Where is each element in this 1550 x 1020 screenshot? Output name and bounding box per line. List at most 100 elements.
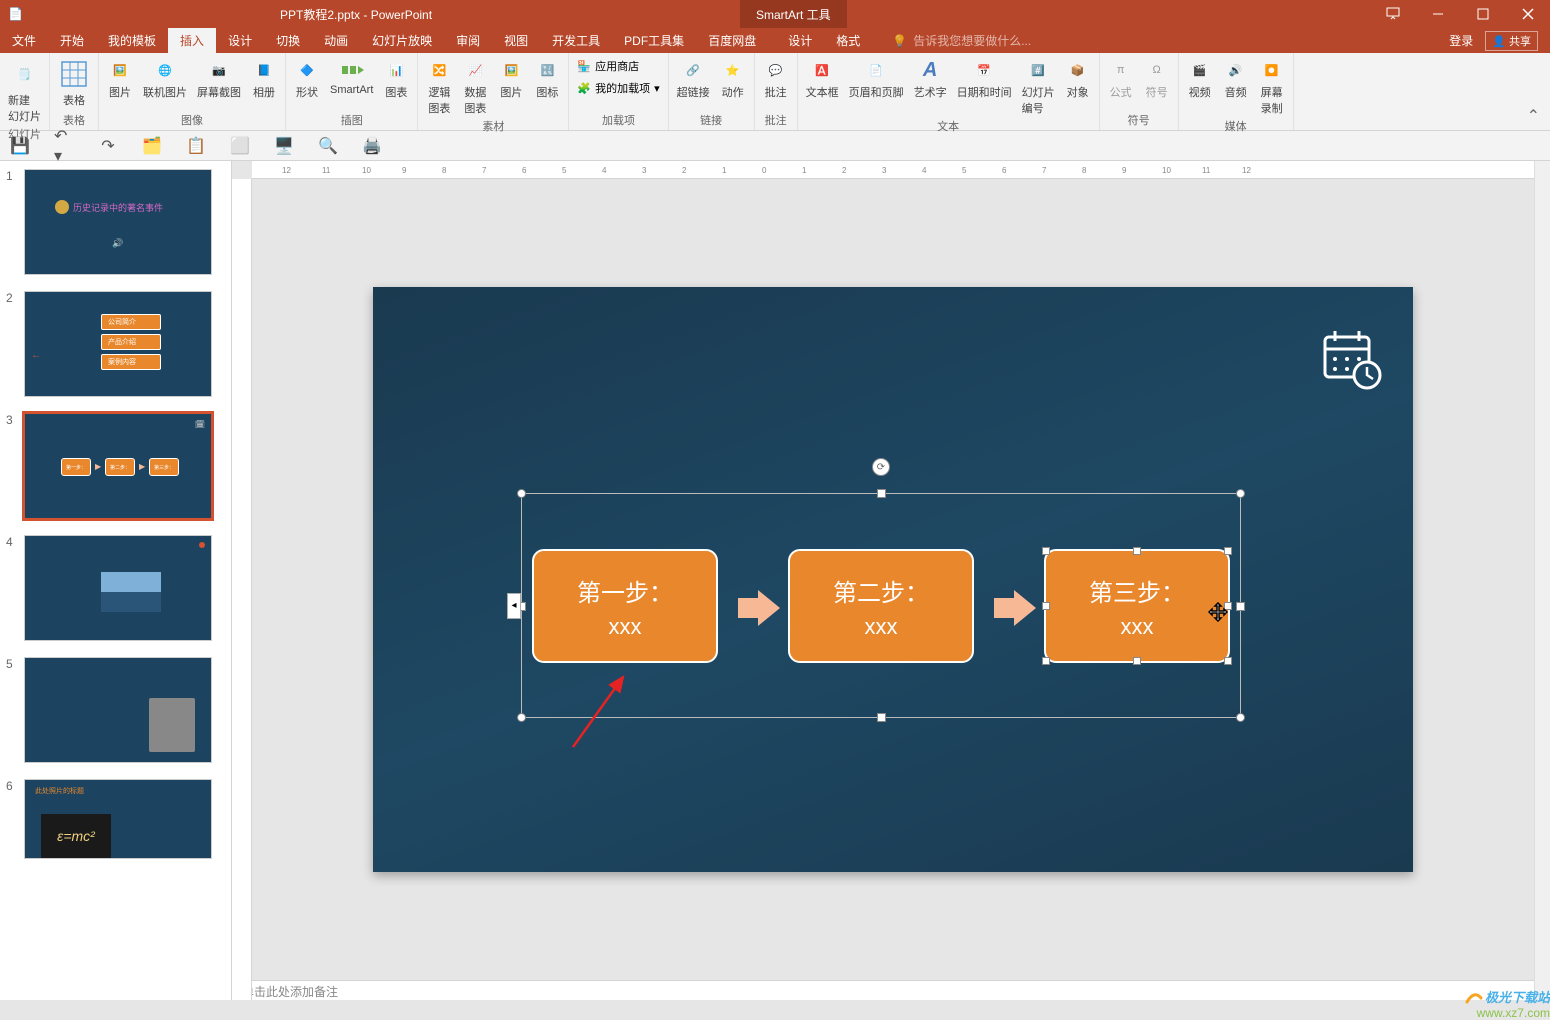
comment-button[interactable]: 💬批注	[759, 56, 793, 102]
qat-btn-1[interactable]: 🗂️	[142, 136, 162, 156]
slide-thumb-4[interactable]	[24, 535, 212, 641]
undo-button[interactable]: ↶ ▾	[54, 136, 74, 156]
resize-handle-e[interactable]	[1236, 602, 1245, 611]
object-button[interactable]: 📦对象	[1061, 56, 1095, 102]
datetime-button[interactable]: 📅日期和时间	[953, 56, 1016, 102]
action-icon: ⭐	[721, 58, 745, 82]
slide-thumbnails-panel[interactable]: 1 历史记录中的著名事件 🔊 2 公司简介 产品介绍 案例内容 ← 3 第一步：…	[0, 161, 232, 1000]
chart-button[interactable]: 📊图表	[379, 56, 413, 102]
notes-pane[interactable]: 单击此处添加备注	[232, 980, 1534, 1000]
action-button[interactable]: ⭐动作	[716, 56, 750, 102]
tab-file[interactable]: 文件	[0, 28, 48, 53]
svg-text:8: 8	[442, 166, 447, 175]
redo-button[interactable]: ↷	[98, 136, 118, 156]
equation-button: π公式	[1104, 56, 1138, 102]
node-handle[interactable]	[1042, 602, 1050, 610]
qat-btn-3[interactable]: ⬜	[230, 136, 250, 156]
node-handle[interactable]	[1224, 547, 1232, 555]
group-links: 链接	[673, 112, 750, 130]
tab-baidu[interactable]: 百度网盘	[696, 28, 768, 53]
tab-my-template[interactable]: 我的模板	[96, 28, 168, 53]
hyperlink-button[interactable]: 🔗超链接	[673, 56, 714, 102]
smartart-button[interactable]: SmartArt	[326, 56, 377, 98]
tab-developer[interactable]: 开发工具	[540, 28, 612, 53]
vertical-scrollbar[interactable]	[1534, 161, 1550, 1000]
screenshot-button[interactable]: 📷屏幕截图	[193, 56, 245, 102]
tell-me-search[interactable]: 💡 告诉我您想要做什么...	[892, 28, 1031, 53]
slide-number: 1	[6, 169, 18, 275]
tab-review[interactable]: 审阅	[444, 28, 492, 53]
maximize-button[interactable]	[1460, 0, 1505, 28]
data-chart-button[interactable]: 📈数据 图表	[458, 56, 492, 118]
collapse-ribbon-button[interactable]: ⌃	[1517, 102, 1550, 130]
vertical-ruler[interactable]	[232, 179, 252, 1000]
tab-design[interactable]: 设计	[216, 28, 264, 53]
resize-handle-n[interactable]	[877, 489, 886, 498]
tab-pdf[interactable]: PDF工具集	[612, 28, 696, 53]
screen-recording-button[interactable]: ⏺️屏幕 录制	[1255, 56, 1289, 118]
smartart-node-1[interactable]: 第一步： xxx	[532, 549, 718, 663]
horizontal-ruler[interactable]: 1211109876543210123456789101112	[252, 161, 1534, 179]
logic-chart-button[interactable]: 🔀逻辑 图表	[422, 56, 456, 118]
slide-number: 4	[6, 535, 18, 641]
tab-slideshow[interactable]: 幻灯片放映	[360, 28, 444, 53]
smartart-node-2[interactable]: 第二步： xxx	[788, 549, 974, 663]
minimize-button[interactable]	[1415, 0, 1460, 28]
tab-smartart-format[interactable]: 格式	[824, 28, 872, 53]
tab-view[interactable]: 视图	[492, 28, 540, 53]
album-button[interactable]: 📘相册	[247, 56, 281, 102]
slide-canvas[interactable]: ⟳ ◂ 第一步： xxx	[373, 287, 1413, 872]
header-footer-button[interactable]: 📄页眉和页脚	[845, 56, 908, 102]
tab-transition[interactable]: 切换	[264, 28, 312, 53]
slide-thumb-3[interactable]: 第一步： ▶ 第二步： ▶ 第三步： 🗓	[24, 413, 212, 519]
node-handle[interactable]	[1133, 657, 1141, 665]
table-button[interactable]: 表格	[54, 56, 94, 110]
lightbulb-icon: 💡	[892, 34, 907, 48]
online-pictures-button[interactable]: 🌐联机图片	[139, 56, 191, 102]
qat-btn-2[interactable]: 📋	[186, 136, 206, 156]
tab-animation[interactable]: 动画	[312, 28, 360, 53]
resize-handle-se[interactable]	[1236, 713, 1245, 722]
wordart-icon: A	[918, 58, 942, 82]
slide-thumb-1[interactable]: 历史记录中的著名事件 🔊	[24, 169, 212, 275]
slide-thumb-2[interactable]: 公司简介 产品介绍 案例内容 ←	[24, 291, 212, 397]
resize-handle-ne[interactable]	[1236, 489, 1245, 498]
slide-thumb-6[interactable]: 此处照片的标题 ε=mc²	[24, 779, 212, 859]
close-button[interactable]	[1505, 0, 1550, 28]
node-handle[interactable]	[1042, 547, 1050, 555]
icon-button[interactable]: 🔣图标	[530, 56, 564, 102]
qat-btn-4[interactable]: 🖥️	[274, 136, 294, 156]
tab-smartart-design[interactable]: 设计	[776, 28, 824, 53]
video-button[interactable]: 🎬视频	[1183, 56, 1217, 102]
slide-thumb-5[interactable]	[24, 657, 212, 763]
resize-handle-s[interactable]	[877, 713, 886, 722]
tab-home[interactable]: 开始	[48, 28, 96, 53]
qat-btn-6[interactable]: 🖨️	[362, 136, 382, 156]
resize-handle-sw[interactable]	[517, 713, 526, 722]
wordart-button[interactable]: A艺术字	[910, 56, 951, 102]
login-link[interactable]: 登录	[1449, 32, 1473, 49]
qat-btn-5[interactable]: 🔍	[318, 136, 338, 156]
table-icon	[58, 58, 90, 90]
new-slide-button[interactable]: 🗒️新建 幻灯片	[4, 56, 45, 126]
picture-button[interactable]: 🖼️图片	[103, 56, 137, 102]
smartart-text-pane-toggle[interactable]: ◂	[507, 593, 521, 619]
rotate-handle[interactable]: ⟳	[872, 458, 890, 476]
my-addins-button[interactable]: 🧩我的加载项 ▾	[573, 78, 663, 98]
node-handle[interactable]	[1133, 547, 1141, 555]
tab-insert[interactable]: 插入	[168, 28, 216, 53]
node-handle[interactable]	[1224, 602, 1232, 610]
resize-handle-nw[interactable]	[517, 489, 526, 498]
ribbon-options-icon[interactable]	[1370, 0, 1415, 28]
save-button[interactable]: 💾	[10, 136, 30, 156]
node-handle[interactable]	[1224, 657, 1232, 665]
material-picture-button[interactable]: 🖼️图片	[494, 56, 528, 102]
textbox-button[interactable]: 🅰️文本框	[802, 56, 843, 102]
store-button[interactable]: 🏪应用商店	[573, 56, 643, 76]
audio-button[interactable]: 🔊音频	[1219, 56, 1253, 102]
shapes-button[interactable]: 🔷形状	[290, 56, 324, 102]
smartart-node-3[interactable]: 第三步： xxx	[1044, 549, 1230, 663]
node-handle[interactable]	[1042, 657, 1050, 665]
share-button[interactable]: 👤 共享	[1485, 31, 1538, 51]
slide-number-button[interactable]: #️⃣幻灯片 编号	[1018, 56, 1059, 118]
